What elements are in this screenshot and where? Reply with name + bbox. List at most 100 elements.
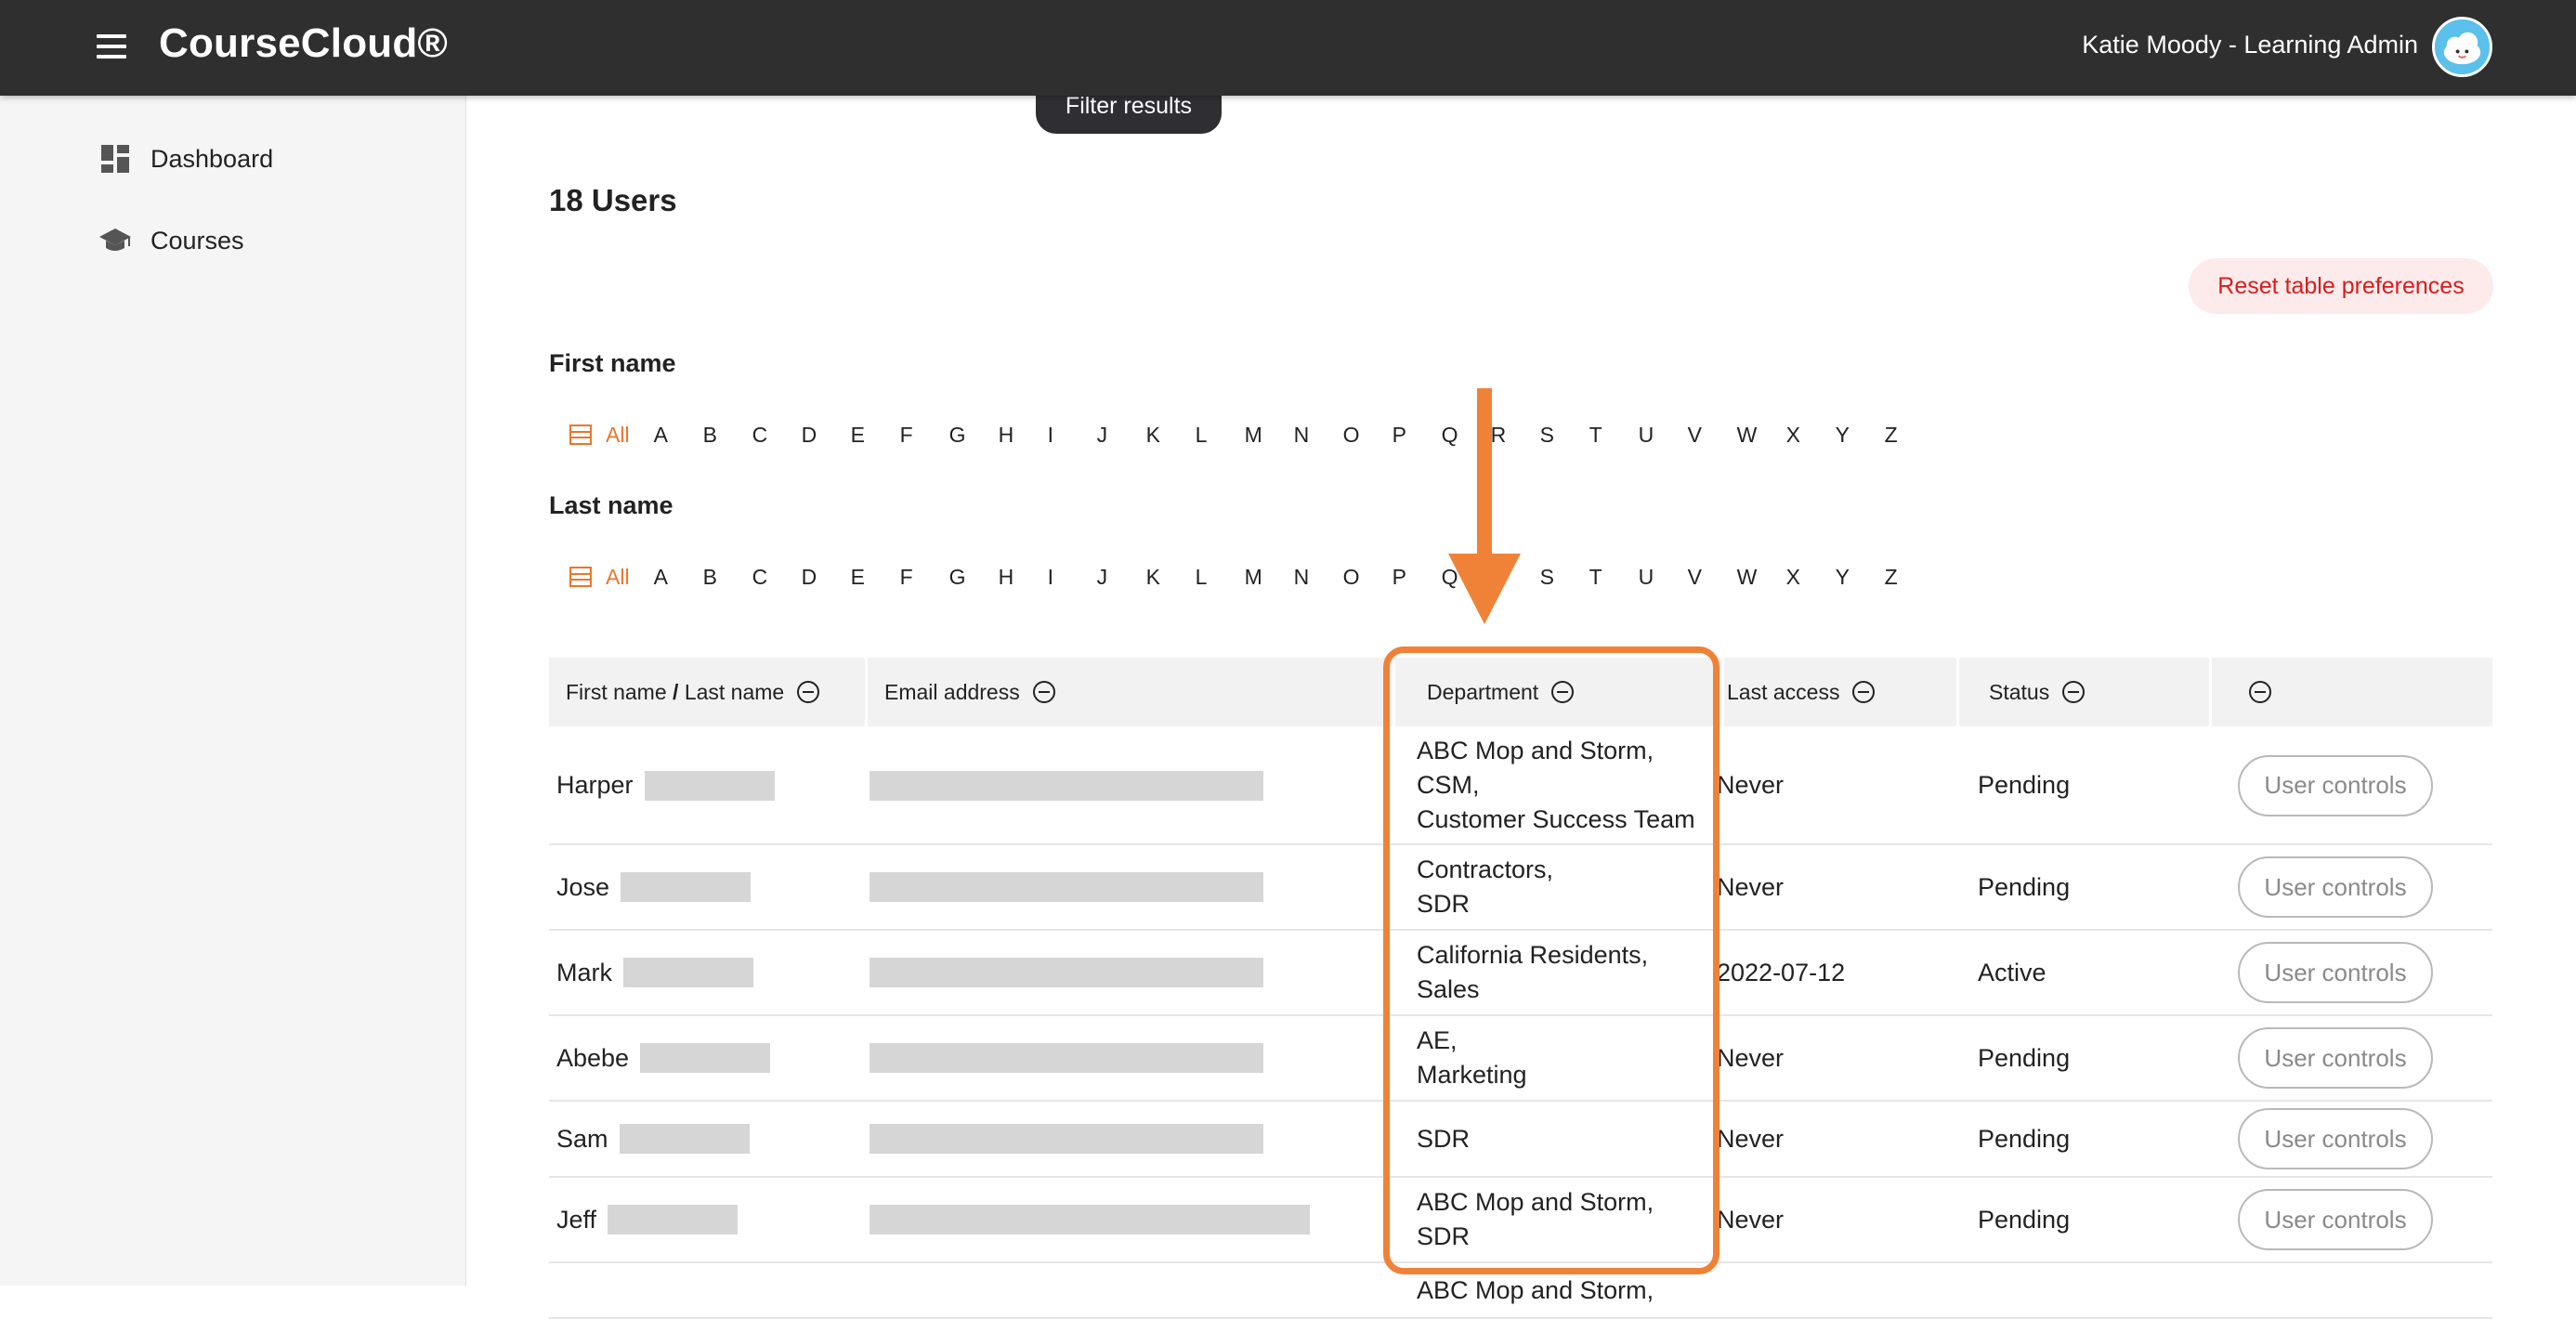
column-header-last-access[interactable]: Last access: [1727, 658, 1959, 726]
last-name-letter-e[interactable]: E: [851, 565, 900, 590]
first-name-letter-t[interactable]: T: [1589, 423, 1639, 448]
hide-column-icon[interactable]: [2062, 681, 2086, 703]
first-name-all-filter[interactable]: All: [569, 423, 630, 448]
first-name-cell: Jose: [556, 845, 752, 929]
last-name-all-filter[interactable]: All: [569, 565, 630, 590]
last-name-letter-x[interactable]: X: [1786, 565, 1836, 590]
first-name-letter-r[interactable]: R: [1491, 423, 1540, 448]
department-line: Contractors,: [1417, 855, 1554, 883]
department-line: ABC Mop and Storm,: [1417, 1188, 1654, 1216]
app-logo[interactable]: CourseCloud®: [159, 20, 448, 67]
redacted-email: [870, 872, 1263, 902]
user-controls-button[interactable]: User controls: [2238, 942, 2433, 1003]
user-controls-button[interactable]: User controls: [2238, 1027, 2433, 1089]
sidebar-item-courses[interactable]: Courses: [97, 222, 244, 259]
graduation-cap-icon: [97, 222, 134, 259]
last-name-letter-k[interactable]: K: [1146, 565, 1196, 590]
last-name-letter-u[interactable]: U: [1639, 565, 1688, 590]
sidebar-item-dashboard[interactable]: Dashboard: [97, 140, 273, 177]
reset-table-preferences-button[interactable]: Reset table preferences: [2189, 258, 2493, 314]
last-name-letter-b[interactable]: B: [703, 565, 752, 590]
hide-column-icon[interactable]: [1032, 681, 1055, 703]
last-name-filter-label: Last name: [549, 491, 673, 519]
hide-column-icon[interactable]: [797, 681, 820, 703]
column-header-actions[interactable]: [2249, 658, 2435, 726]
first-name-cell: Harper: [556, 727, 775, 843]
first-name-letter-p[interactable]: P: [1393, 423, 1442, 448]
hide-column-icon[interactable]: [1551, 681, 1575, 703]
first-name-letter-b[interactable]: B: [703, 423, 752, 448]
last-name-letter-j[interactable]: J: [1097, 565, 1146, 590]
department-line: Customer Success Team: [1417, 805, 1695, 833]
last-name-letter-n[interactable]: N: [1294, 565, 1343, 590]
first-name-letter-q[interactable]: Q: [1442, 423, 1491, 448]
column-header-status[interactable]: Status: [1989, 658, 2212, 726]
last-name-letter-s[interactable]: S: [1540, 565, 1589, 590]
hide-column-icon[interactable]: [2249, 681, 2271, 703]
actions-cell: User controls: [2238, 727, 2433, 843]
first-name-letter-c[interactable]: C: [752, 423, 802, 448]
first-name-letter-l[interactable]: L: [1196, 423, 1245, 448]
actions-cell: User controls: [2238, 1102, 2433, 1176]
last-access-cell: Never: [1717, 1043, 1785, 1072]
first-name-cell: Sam: [556, 1102, 750, 1176]
first-name-letter-e[interactable]: E: [851, 423, 900, 448]
first-name-letter-h[interactable]: H: [999, 423, 1048, 448]
last-name-letter-w[interactable]: W: [1737, 565, 1786, 590]
first-name-letter-w[interactable]: W: [1737, 423, 1786, 448]
last-name-letter-l[interactable]: L: [1196, 565, 1245, 590]
last-name-letter-r[interactable]: R: [1491, 565, 1540, 590]
user-controls-button[interactable]: User controls: [2238, 1189, 2433, 1250]
last-name-letter-c[interactable]: C: [752, 565, 802, 590]
last-name-letter-d[interactable]: D: [802, 565, 851, 590]
first-name-letter-f[interactable]: F: [900, 423, 949, 448]
hide-column-icon[interactable]: [1852, 681, 1876, 703]
first-name-letter-u[interactable]: U: [1639, 423, 1688, 448]
first-name-letter-i[interactable]: I: [1048, 423, 1097, 448]
redacted-last-name: [640, 1043, 771, 1073]
first-name-letter-j[interactable]: J: [1097, 423, 1146, 448]
last-name-letter-o[interactable]: O: [1343, 565, 1393, 590]
avatar[interactable]: [2432, 17, 2492, 77]
redacted-email: [870, 1124, 1263, 1154]
user-name-label[interactable]: Katie Moody - Learning Admin: [2082, 31, 2418, 59]
user-controls-button[interactable]: User controls: [2238, 856, 2433, 918]
last-name-letter-p[interactable]: P: [1393, 565, 1442, 590]
first-name-letter-d[interactable]: D: [802, 423, 851, 448]
last-name-letter-z[interactable]: Z: [1885, 565, 1934, 590]
last-name-letter-q[interactable]: Q: [1442, 565, 1491, 590]
last-name-letter-a[interactable]: A: [654, 565, 703, 590]
hamburger-menu-icon[interactable]: [97, 34, 126, 59]
department-line: SDR: [1417, 890, 1471, 918]
user-controls-button[interactable]: User controls: [2238, 1108, 2433, 1169]
last-name-letter-y[interactable]: Y: [1836, 565, 1885, 590]
first-name-letter-m[interactable]: M: [1245, 423, 1294, 448]
first-name-letter-n[interactable]: N: [1294, 423, 1343, 448]
column-header-department[interactable]: Department: [1427, 658, 1724, 726]
department-line: ABC Mop and Storm,: [1417, 1275, 1654, 1304]
user-controls-button[interactable]: User controls: [2238, 754, 2433, 816]
last-name-letter-v[interactable]: V: [1688, 565, 1737, 590]
first-name-letter-a[interactable]: A: [654, 423, 703, 448]
last-name-letter-m[interactable]: M: [1245, 565, 1294, 590]
first-name-cell: Jeff: [556, 1178, 739, 1261]
first-name-letter-k[interactable]: K: [1146, 423, 1196, 448]
first-name-letter-x[interactable]: X: [1786, 423, 1836, 448]
last-name-letter-h[interactable]: H: [999, 565, 1048, 590]
last-name-letter-i[interactable]: I: [1048, 565, 1097, 590]
first-name-letter-g[interactable]: G: [949, 423, 999, 448]
first-name-letter-o[interactable]: O: [1343, 423, 1393, 448]
column-header-email[interactable]: Email address: [884, 658, 1395, 726]
first-name-letter-y[interactable]: Y: [1836, 423, 1885, 448]
last-access-cell: Never: [1717, 872, 1785, 901]
column-header-name[interactable]: First name / Last name: [566, 658, 868, 726]
last-name-letter-g[interactable]: G: [949, 565, 999, 590]
first-name-letter-s[interactable]: S: [1540, 423, 1589, 448]
email-cell: [870, 1178, 1310, 1261]
first-name-letter-v[interactable]: V: [1688, 423, 1737, 448]
first-name-letter-z[interactable]: Z: [1885, 423, 1934, 448]
sidebar-item-label: Dashboard: [150, 144, 274, 173]
sidebar-item-label: Courses: [150, 226, 244, 255]
last-name-letter-t[interactable]: T: [1589, 565, 1639, 590]
last-name-letter-f[interactable]: F: [900, 565, 949, 590]
